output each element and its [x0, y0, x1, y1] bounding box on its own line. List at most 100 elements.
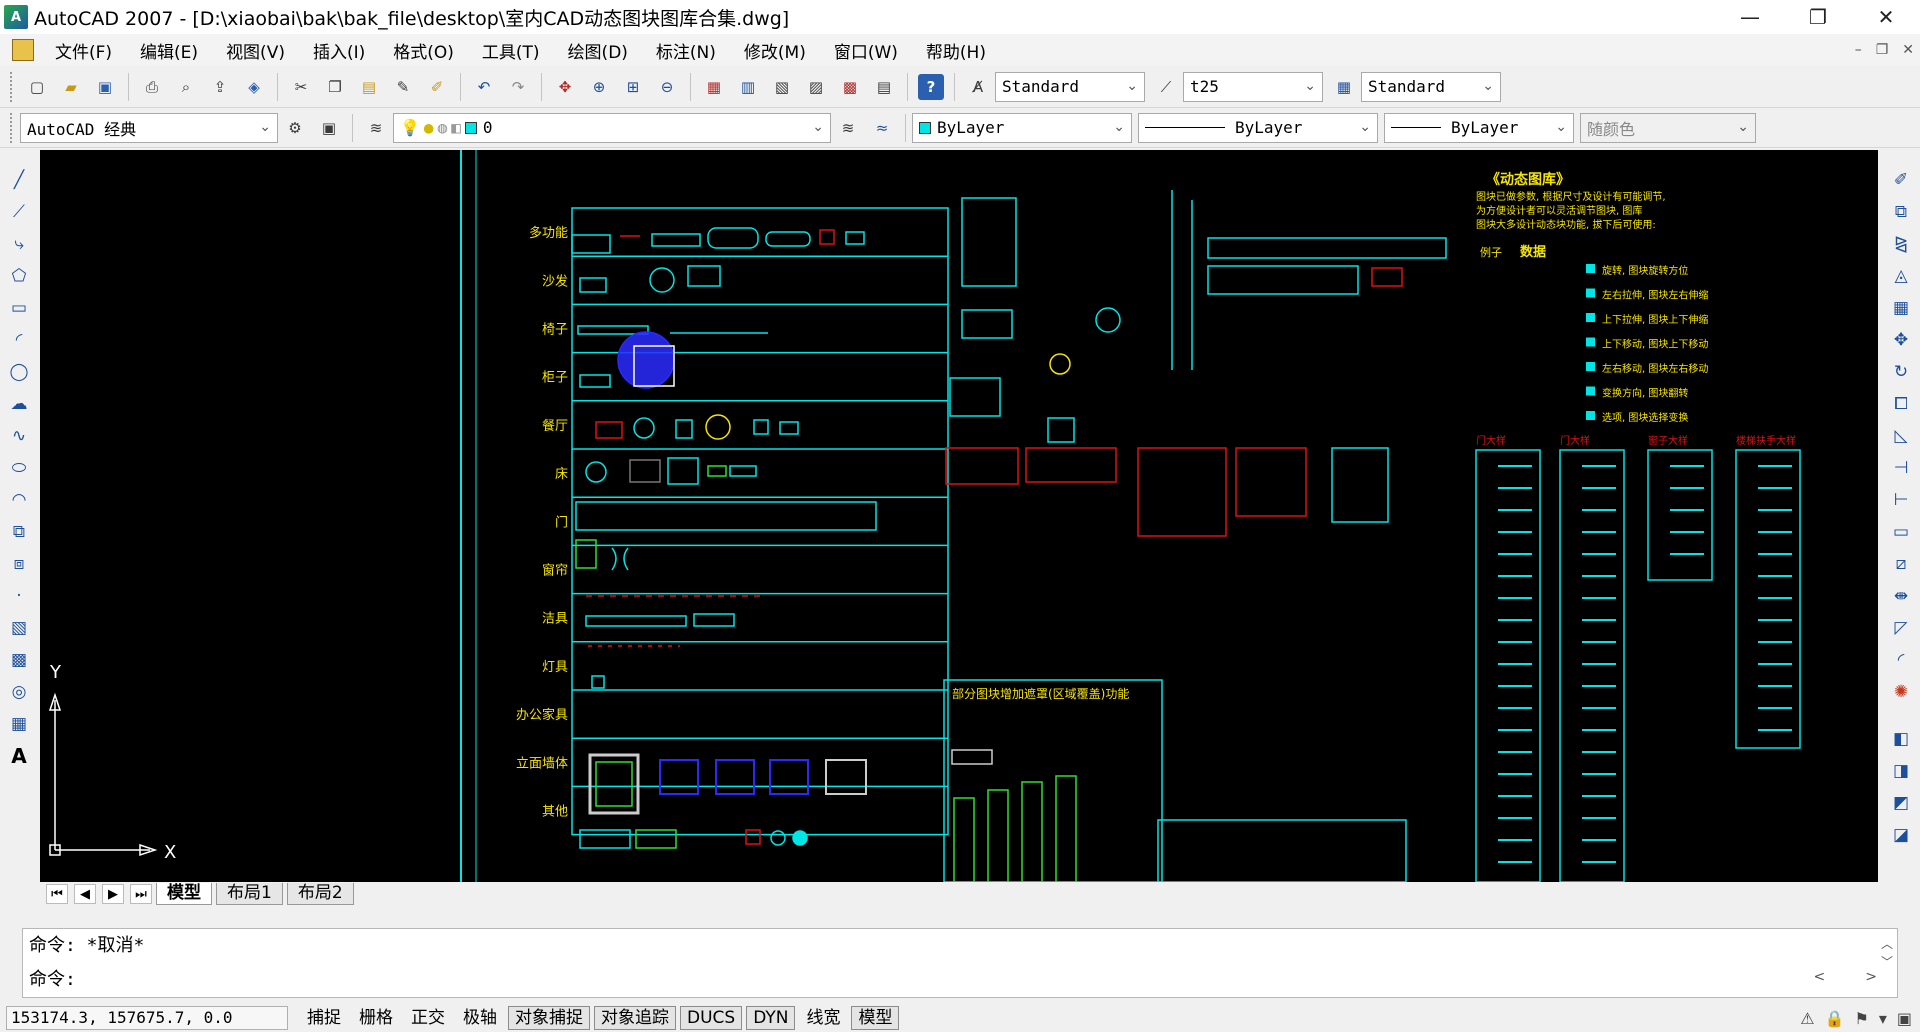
- fillet-icon[interactable]: ◜: [1888, 647, 1914, 673]
- previous-tab-button[interactable]: ◀: [74, 884, 96, 904]
- pan-icon[interactable]: ✥: [552, 74, 578, 100]
- menu-dimension[interactable]: 标注(N): [645, 38, 727, 63]
- table-style-icon[interactable]: ▦: [1331, 74, 1357, 100]
- scale-icon[interactable]: ⧠: [1888, 391, 1914, 417]
- status-toggle-0[interactable]: 捕捉: [300, 1006, 348, 1030]
- doc-restore-button[interactable]: ❐: [1876, 42, 1889, 58]
- command-prompt[interactable]: 命令:: [23, 963, 1897, 997]
- trim-icon[interactable]: ⊣: [1888, 455, 1914, 481]
- extend-icon[interactable]: ⊢: [1888, 487, 1914, 513]
- lineweight-select[interactable]: ByLayer ⌄: [1384, 112, 1574, 143]
- status-toggle-5[interactable]: 对象追踪: [594, 1006, 676, 1030]
- table-style-select[interactable]: Standard ⌄: [1361, 71, 1501, 102]
- zoom-previous-icon[interactable]: ⊖: [654, 74, 680, 100]
- tab-model[interactable]: 模型: [156, 883, 212, 905]
- copy-object-icon[interactable]: ⧉: [1888, 199, 1914, 225]
- block-editor-icon[interactable]: ✐: [424, 74, 450, 100]
- autocad-logo-icon[interactable]: A: [4, 5, 28, 29]
- insert-block-icon[interactable]: ⧉: [6, 519, 32, 545]
- doc-minimize-button[interactable]: –: [1855, 42, 1862, 58]
- undo-icon[interactable]: ↶: [471, 74, 497, 100]
- help-icon[interactable]: ?: [918, 73, 944, 100]
- menu-format[interactable]: 格式(O): [382, 38, 465, 63]
- design-center-icon[interactable]: ▥: [735, 74, 761, 100]
- doc-close-button[interactable]: ✕: [1902, 42, 1914, 58]
- status-menu-icon[interactable]: ▾: [1879, 1009, 1887, 1028]
- break-at-point-icon[interactable]: ▭: [1888, 519, 1914, 545]
- toolbar-grip[interactable]: [10, 71, 14, 102]
- restore-button[interactable]: ❐: [1784, 0, 1852, 34]
- revision-cloud-icon[interactable]: ☁: [6, 391, 32, 417]
- clean-screen-icon[interactable]: ▣: [1897, 1009, 1912, 1028]
- tool-palettes-icon[interactable]: ▧: [769, 74, 795, 100]
- sheet-set-icon[interactable]: ▨: [803, 74, 829, 100]
- command-scrollbar[interactable]: ︿ ﹀: [1881, 935, 1893, 971]
- 3d-dwf-icon[interactable]: ◈: [241, 74, 267, 100]
- multiline-text-icon[interactable]: A: [6, 743, 32, 769]
- offset-icon[interactable]: ◬: [1888, 263, 1914, 289]
- polyline-icon[interactable]: ⤷: [6, 231, 32, 257]
- ellipse-arc-icon[interactable]: ◠: [6, 487, 32, 513]
- scroll-left-icon[interactable]: <: [1814, 969, 1826, 985]
- menu-help[interactable]: 帮助(H): [915, 38, 997, 63]
- status-toggle-1[interactable]: 栅格: [352, 1006, 400, 1030]
- break-icon[interactable]: ⧄: [1888, 551, 1914, 577]
- gradient-icon[interactable]: ▩: [6, 647, 32, 673]
- menu-view[interactable]: 视图(V): [215, 38, 296, 63]
- polygon-icon[interactable]: ⬠: [6, 263, 32, 289]
- make-block-icon[interactable]: ⧈: [6, 551, 32, 577]
- scroll-right-icon[interactable]: >: [1865, 969, 1877, 985]
- move-icon[interactable]: ✥: [1888, 327, 1914, 353]
- layer-select[interactable]: 💡 ● ◍ ◧ 0 ⌄: [393, 112, 831, 143]
- new-file-icon[interactable]: ▢: [24, 74, 50, 100]
- paste-icon[interactable]: ▤: [356, 74, 382, 100]
- match-properties-icon[interactable]: ✎: [390, 74, 416, 100]
- layer-previous-icon[interactable]: ≈: [869, 115, 895, 141]
- text-style-select[interactable]: Standard ⌄: [995, 71, 1145, 102]
- menu-edit[interactable]: 编辑(E): [129, 38, 209, 63]
- linetype-select[interactable]: ByLayer ⌄: [1138, 112, 1378, 143]
- line-icon[interactable]: ╱: [6, 167, 32, 193]
- save-icon[interactable]: ▣: [92, 74, 118, 100]
- plot-preview-icon[interactable]: ⌕: [173, 74, 199, 100]
- region-icon[interactable]: ◎: [6, 679, 32, 705]
- layer-manager-icon[interactable]: ≋: [363, 115, 389, 141]
- cut-icon[interactable]: ✂: [288, 74, 314, 100]
- spline-icon[interactable]: ∿: [6, 423, 32, 449]
- last-tab-button[interactable]: ⏭: [130, 884, 152, 904]
- menu-file[interactable]: 文件(F): [44, 38, 123, 63]
- status-toggle-9[interactable]: 模型: [851, 1006, 900, 1030]
- rectangle-icon[interactable]: ▭: [6, 295, 32, 321]
- close-button[interactable]: ✕: [1852, 0, 1920, 34]
- draw-order-front-icon[interactable]: ◧: [1888, 726, 1914, 752]
- arc-icon[interactable]: ◜: [6, 327, 32, 353]
- chamfer-icon[interactable]: ◸: [1888, 615, 1914, 641]
- status-toggle-6[interactable]: DUCS: [680, 1006, 743, 1030]
- status-toggle-3[interactable]: 极轴: [456, 1006, 504, 1030]
- drawing-area[interactable]: 多功能 沙发 椅子 柜子 餐厅床门窗帘 洁具 灯具 办公家具 立面墙体 其他 《…: [40, 150, 1878, 882]
- redo-icon[interactable]: ↷: [505, 74, 531, 100]
- rotate-icon[interactable]: ↻: [1888, 359, 1914, 385]
- array-icon[interactable]: ▦: [1888, 295, 1914, 321]
- text-style-icon[interactable]: A̸: [965, 74, 991, 100]
- tab-layout1[interactable]: 布局1: [216, 883, 283, 905]
- draw-order-under-icon[interactable]: ◪: [1888, 822, 1914, 848]
- mirror-icon[interactable]: ⧎: [1888, 231, 1914, 257]
- status-toggle-8[interactable]: 线宽: [799, 1006, 847, 1030]
- draw-order-above-icon[interactable]: ◩: [1888, 790, 1914, 816]
- join-icon[interactable]: ⇼: [1888, 583, 1914, 609]
- calculator-icon[interactable]: ▤: [871, 74, 897, 100]
- communication-center-icon[interactable]: ⚠: [1800, 1009, 1814, 1028]
- copy-icon[interactable]: ❐: [322, 74, 348, 100]
- menu-window[interactable]: 窗口(W): [823, 38, 909, 63]
- construction-line-icon[interactable]: ⟋: [6, 199, 32, 225]
- point-icon[interactable]: ·: [6, 583, 32, 609]
- zoom-window-icon[interactable]: ⊞: [620, 74, 646, 100]
- command-hscroll[interactable]: < >: [1814, 969, 1877, 985]
- toolbar-grip[interactable]: [10, 112, 14, 143]
- command-window[interactable]: 命令: *取消* 命令: ︿ ﹀ < >: [22, 928, 1898, 998]
- menu-insert[interactable]: 插入(I): [302, 38, 376, 63]
- stretch-icon[interactable]: ◺: [1888, 423, 1914, 449]
- menu-tools[interactable]: 工具(T): [471, 38, 551, 63]
- publish-icon[interactable]: ⇪: [207, 74, 233, 100]
